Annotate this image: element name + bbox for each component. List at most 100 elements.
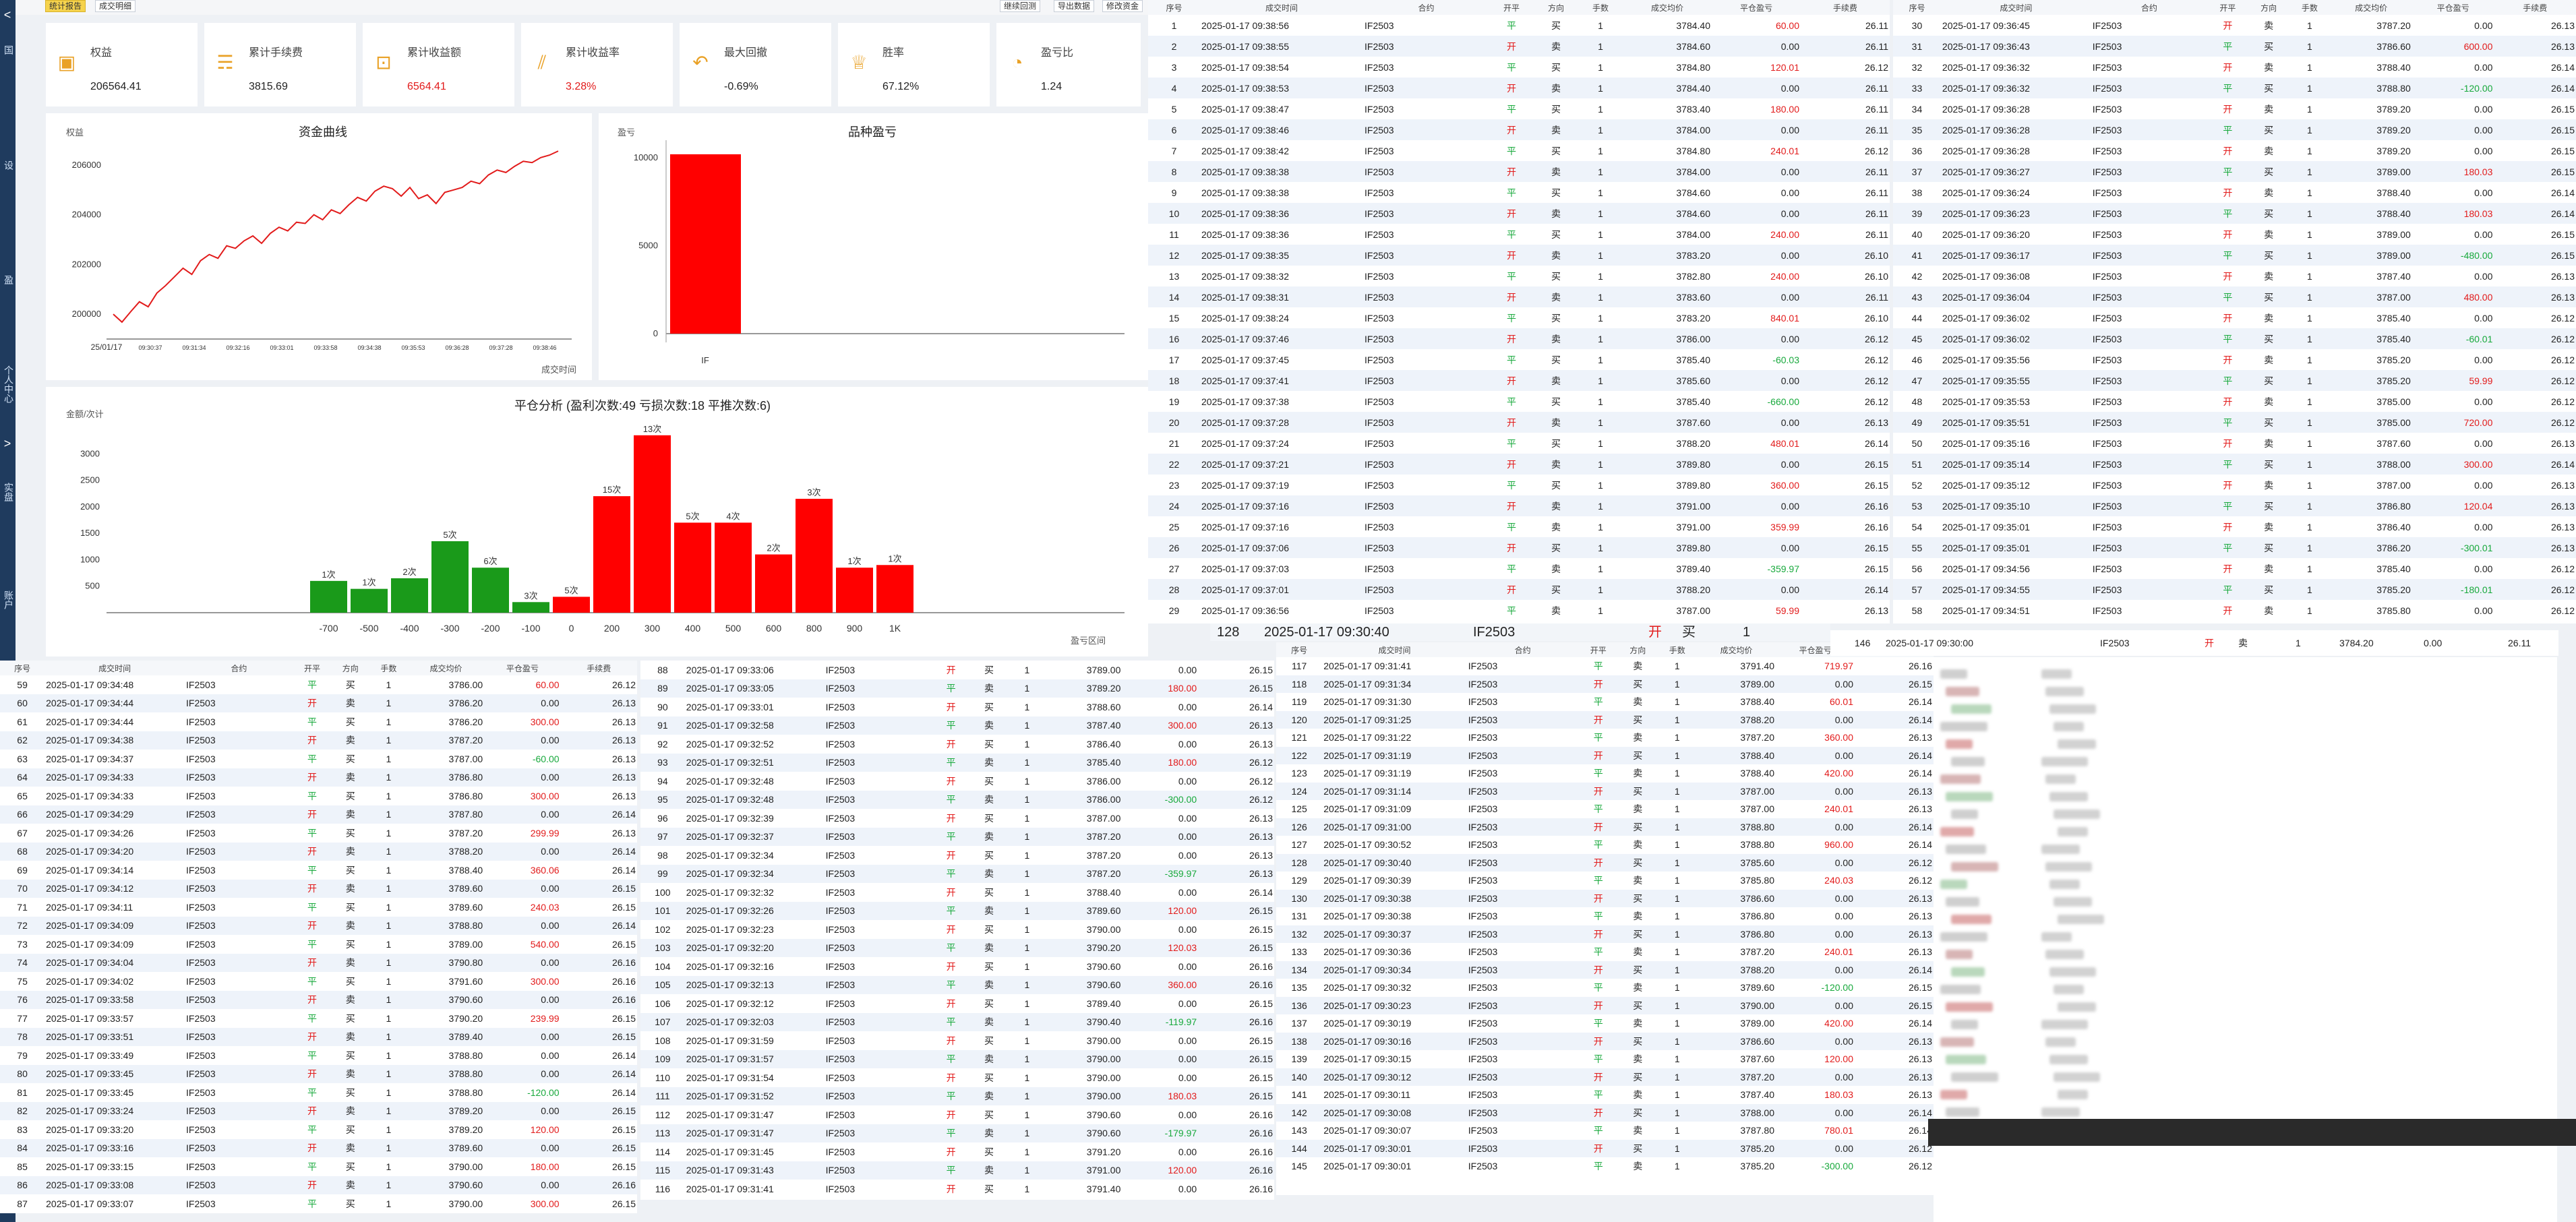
- table-row[interactable]: 115 2025-01-17 09:31:43 IF2503 平卖 1 3791.00 12…: [640, 1161, 1274, 1180]
- table-row[interactable]: 73 2025-01-17 09:34:09 IF2503 平买 1 3789.00 540…: [0, 935, 637, 954]
- col-kp[interactable]: 开平: [1578, 642, 1618, 657]
- table-row[interactable]: 16 2025-01-17 09:37:46 IF2503 开卖 1 3786.00 0.0…: [1148, 328, 1890, 349]
- table-row[interactable]: 18 2025-01-17 09:37:41 IF2503 开卖 1 3785.60 0.0…: [1148, 370, 1890, 391]
- table-row[interactable]: 123 2025-01-17 09:31:19 IF2503 平卖 1 3788.40 42…: [1276, 764, 1934, 783]
- table-row[interactable]: 65 2025-01-17 09:34:33 IF2503 平买 1 3786.80 300…: [0, 787, 637, 805]
- table-row[interactable]: 84 2025-01-17 09:33:16 IF2503 开卖 1 3789.60 0.0…: [0, 1138, 637, 1157]
- table-row[interactable]: 2 2025-01-17 09:38:55 IF2503 开卖 1 3784.60 0.00…: [1148, 36, 1890, 57]
- table-row[interactable]: 134 2025-01-17 09:30:34 IF2503 开买 1 3788.20 0.…: [1276, 960, 1934, 979]
- col-fee[interactable]: 手续费: [1801, 0, 1890, 15]
- table-row[interactable]: 44 2025-01-17 09:36:02 IF2503 开卖 1 3785.40 0.0…: [1893, 307, 2576, 328]
- table-row[interactable]: 14 2025-01-17 09:38:31 IF2503 开卖 1 3783.60 0.0…: [1148, 286, 1890, 307]
- table-row[interactable]: 62 2025-01-17 09:34:38 IF2503 开卖 1 3787.20 0.0…: [0, 731, 637, 750]
- modify-funds-button[interactable]: 修改资金: [1102, 0, 1143, 12]
- table-row[interactable]: 49 2025-01-17 09:35:51 IF2503 平买 1 3785.00 720…: [1893, 412, 2576, 433]
- table-row[interactable]: 61 2025-01-17 09:34:44 IF2503 平买 1 3786.20 300…: [0, 712, 637, 731]
- table-row[interactable]: 19 2025-01-17 09:37:38 IF2503 平买 1 3785.40 -66…: [1148, 391, 1890, 412]
- table-row[interactable]: 107 2025-01-17 09:32:03 IF2503 平卖 1 3790.40 -1…: [640, 1012, 1274, 1031]
- table-row[interactable]: 43 2025-01-17 09:36:04 IF2503 平买 1 3787.00 480…: [1893, 286, 2576, 307]
- col-contract[interactable]: 合约: [1466, 642, 1579, 657]
- table-row[interactable]: 32 2025-01-17 09:36:32 IF2503 开卖 1 3788.40 0.0…: [1893, 57, 2576, 78]
- table-row[interactable]: 119 2025-01-17 09:31:30 IF2503 平卖 1 3788.40 60…: [1276, 693, 1934, 711]
- table-row[interactable]: 92 2025-01-17 09:32:52 IF2503 开买 1 3786.40 0.0…: [640, 735, 1274, 754]
- col-price[interactable]: 成交均价: [407, 661, 485, 675]
- continue-backtest-button[interactable]: 继续回测: [1000, 0, 1041, 12]
- col-time[interactable]: 成交时间: [1940, 0, 2091, 15]
- col-kp[interactable]: 开平: [2207, 0, 2248, 15]
- table-row[interactable]: 76 2025-01-17 09:33:58 IF2503 开卖 1 3790.60 0.0…: [0, 990, 637, 1009]
- table-row[interactable]: 60 2025-01-17 09:34:44 IF2503 开卖 1 3786.20 0.0…: [0, 694, 637, 712]
- table-row[interactable]: 21 2025-01-17 09:37:24 IF2503 平买 1 3788.20 480…: [1148, 433, 1890, 454]
- tab-report[interactable]: 统计报告: [45, 0, 86, 12]
- table-row[interactable]: 79 2025-01-17 09:33:49 IF2503 平买 1 3788.80 0.0…: [0, 1046, 637, 1065]
- table-row[interactable]: 47 2025-01-17 09:35:55 IF2503 平买 1 3785.20 59.…: [1893, 370, 2576, 391]
- table-row[interactable]: 101 2025-01-17 09:32:26 IF2503 平卖 1 3789.60 12…: [640, 901, 1274, 920]
- table-row[interactable]: 70 2025-01-17 09:34:12 IF2503 开卖 1 3789.60 0.0…: [0, 879, 637, 898]
- table-row[interactable]: 48 2025-01-17 09:35:53 IF2503 开卖 1 3785.00 0.0…: [1893, 391, 2576, 412]
- table-row[interactable]: 112 2025-01-17 09:31:47 IF2503 开买 1 3790.60 0.…: [640, 1105, 1274, 1124]
- col-fee[interactable]: 手续费: [2494, 0, 2576, 15]
- table-row[interactable]: 36 2025-01-17 09:36:28 IF2503 开卖 1 3789.20 0.0…: [1893, 140, 2576, 161]
- table-row[interactable]: 100 2025-01-17 09:32:32 IF2503 开买 1 3788.40 0.…: [640, 883, 1274, 902]
- col-contract[interactable]: 合约: [2091, 0, 2207, 15]
- table-row[interactable]: 105 2025-01-17 09:32:13 IF2503 平卖 1 3790.60 36…: [640, 975, 1274, 994]
- table-row[interactable]: 20 2025-01-17 09:37:28 IF2503 开卖 1 3787.60 0.0…: [1148, 412, 1890, 433]
- col-pnl[interactable]: 平仓盈亏: [484, 661, 561, 675]
- table-row[interactable]: 97 2025-01-17 09:32:37 IF2503 平卖 1 3787.20 0.0…: [640, 827, 1274, 846]
- col-qty[interactable]: 手数: [1657, 642, 1697, 657]
- table-row[interactable]: 4 2025-01-17 09:38:53 IF2503 开卖 1 3784.40 0.00…: [1148, 78, 1890, 98]
- col-qty[interactable]: 手数: [1578, 0, 1623, 15]
- table-row[interactable]: 68 2025-01-17 09:34:20 IF2503 开卖 1 3788.20 0.0…: [0, 842, 637, 861]
- table-row[interactable]: 126 2025-01-17 09:31:00 IF2503 开买 1 3788.80 0.…: [1276, 818, 1934, 836]
- table-row[interactable]: 80 2025-01-17 09:33:45 IF2503 开卖 1 3788.80 0.0…: [0, 1064, 637, 1083]
- table-row[interactable]: 59 2025-01-17 09:34:48 IF2503 平买 1 3786.00 60.…: [0, 675, 637, 694]
- table-row[interactable]: 104 2025-01-17 09:32:16 IF2503 开买 1 3790.60 0.…: [640, 957, 1274, 976]
- table-row[interactable]: 74 2025-01-17 09:34:04 IF2503 开卖 1 3790.80 0.0…: [0, 953, 637, 972]
- col-kp[interactable]: 开平: [293, 661, 332, 675]
- col-seq[interactable]: 序号: [1148, 0, 1200, 15]
- table-row[interactable]: 130 2025-01-17 09:30:38 IF2503 开买 1 3786.60 0.…: [1276, 889, 1934, 907]
- table-row[interactable]: 11 2025-01-17 09:38:36 IF2503 平买 1 3784.00 240…: [1148, 224, 1890, 245]
- table-row[interactable]: 72 2025-01-17 09:34:09 IF2503 开卖 1 3788.80 0.0…: [0, 916, 637, 935]
- table-row[interactable]: 113 2025-01-17 09:31:47 IF2503 平卖 1 3790.60 -1…: [640, 1124, 1274, 1142]
- col-price[interactable]: 成交均价: [1697, 642, 1776, 657]
- col-time[interactable]: 成交时间: [1322, 642, 1467, 657]
- table-row[interactable]: 42 2025-01-17 09:36:08 IF2503 开卖 1 3787.40 0.0…: [1893, 266, 2576, 286]
- table-row[interactable]: 5 2025-01-17 09:38:47 IF2503 平买 1 3783.40 180.…: [1148, 98, 1890, 119]
- col-contract[interactable]: 合约: [1363, 0, 1489, 15]
- nav-item-0[interactable]: 国: [1, 36, 14, 63]
- table-row[interactable]: 81 2025-01-17 09:33:45 IF2503 平买 1 3788.80 -12…: [0, 1083, 637, 1102]
- col-seq[interactable]: 序号: [1276, 642, 1323, 657]
- col-seq[interactable]: 序号: [0, 661, 45, 675]
- table-row[interactable]: 124 2025-01-17 09:31:14 IF2503 开买 1 3787.00 0.…: [1276, 782, 1934, 800]
- nav-item-2[interactable]: 盈: [1, 263, 14, 297]
- col-time[interactable]: 成交时间: [1200, 0, 1363, 15]
- table-row[interactable]: 125 2025-01-17 09:31:09 IF2503 平卖 1 3787.00 24…: [1276, 800, 1934, 818]
- table-row[interactable]: 46 2025-01-17 09:35:56 IF2503 开卖 1 3785.20 0.0…: [1893, 349, 2576, 370]
- table-row[interactable]: 54 2025-01-17 09:35:01 IF2503 开卖 1 3786.40 0.0…: [1893, 516, 2576, 537]
- table-row[interactable]: 52 2025-01-17 09:35:12 IF2503 开卖 1 3787.00 0.0…: [1893, 475, 2576, 495]
- table-row[interactable]: 34 2025-01-17 09:36:28 IF2503 开卖 1 3789.20 0.0…: [1893, 98, 2576, 119]
- table-row[interactable]: 40 2025-01-17 09:36:20 IF2503 开卖 1 3789.00 0.0…: [1893, 224, 2576, 245]
- table-row[interactable]: 135 2025-01-17 09:30:32 IF2503 平卖 1 3789.60 -1…: [1276, 979, 1934, 997]
- table-row[interactable]: 128 2025-01-17 09:30:40 IF2503 开买 1 3785.60 0.…: [1276, 853, 1934, 872]
- table-row[interactable]: 110 2025-01-17 09:31:54 IF2503 开买 1 3790.00 0.…: [640, 1068, 1274, 1087]
- nav-item-3[interactable]: 个人中心: [1, 357, 14, 411]
- nav-item-4[interactable]: 实盘: [1, 472, 14, 512]
- table-row[interactable]: 133 2025-01-17 09:30:36 IF2503 平卖 1 3787.20 24…: [1276, 943, 1934, 961]
- table-row[interactable]: 136 2025-01-17 09:30:23 IF2503 开买 1 3790.00 0.…: [1276, 996, 1934, 1014]
- table-row[interactable]: 141 2025-01-17 09:30:11 IF2503 平卖 1 3787.40 18…: [1276, 1086, 1934, 1104]
- table-row[interactable]: 23 2025-01-17 09:37:19 IF2503 平买 1 3789.80 360…: [1148, 475, 1890, 495]
- table-row[interactable]: 138 2025-01-17 09:30:16 IF2503 开买 1 3786.60 0.…: [1276, 1032, 1934, 1050]
- table-row[interactable]: 89 2025-01-17 09:33:05 IF2503 平卖 1 3789.20 180…: [640, 679, 1274, 698]
- table-row[interactable]: 95 2025-01-17 09:32:48 IF2503 平卖 1 3786.00 -30…: [640, 790, 1274, 809]
- table-row[interactable]: 111 2025-01-17 09:31:52 IF2503 平卖 1 3790.00 18…: [640, 1087, 1274, 1105]
- col-price[interactable]: 成交均价: [1623, 0, 1712, 15]
- table-row[interactable]: 77 2025-01-17 09:33:57 IF2503 平买 1 3790.20 239…: [0, 1009, 637, 1028]
- table-row[interactable]: 33 2025-01-17 09:36:32 IF2503 平买 1 3788.80 -12…: [1893, 78, 2576, 98]
- table-row[interactable]: 17 2025-01-17 09:37:45 IF2503 平买 1 3785.40 -60…: [1148, 349, 1890, 370]
- table-row[interactable]: 3 2025-01-17 09:38:54 IF2503 平买 1 3784.80 120.…: [1148, 57, 1890, 78]
- table-row[interactable]: 140 2025-01-17 09:30:12 IF2503 开买 1 3787.20 0.…: [1276, 1068, 1934, 1086]
- table-row[interactable]: 142 2025-01-17 09:30:08 IF2503 开买 1 3788.00 0.…: [1276, 1103, 1934, 1122]
- table-row[interactable]: 103 2025-01-17 09:32:20 IF2503 平卖 1 3790.20 12…: [640, 938, 1274, 957]
